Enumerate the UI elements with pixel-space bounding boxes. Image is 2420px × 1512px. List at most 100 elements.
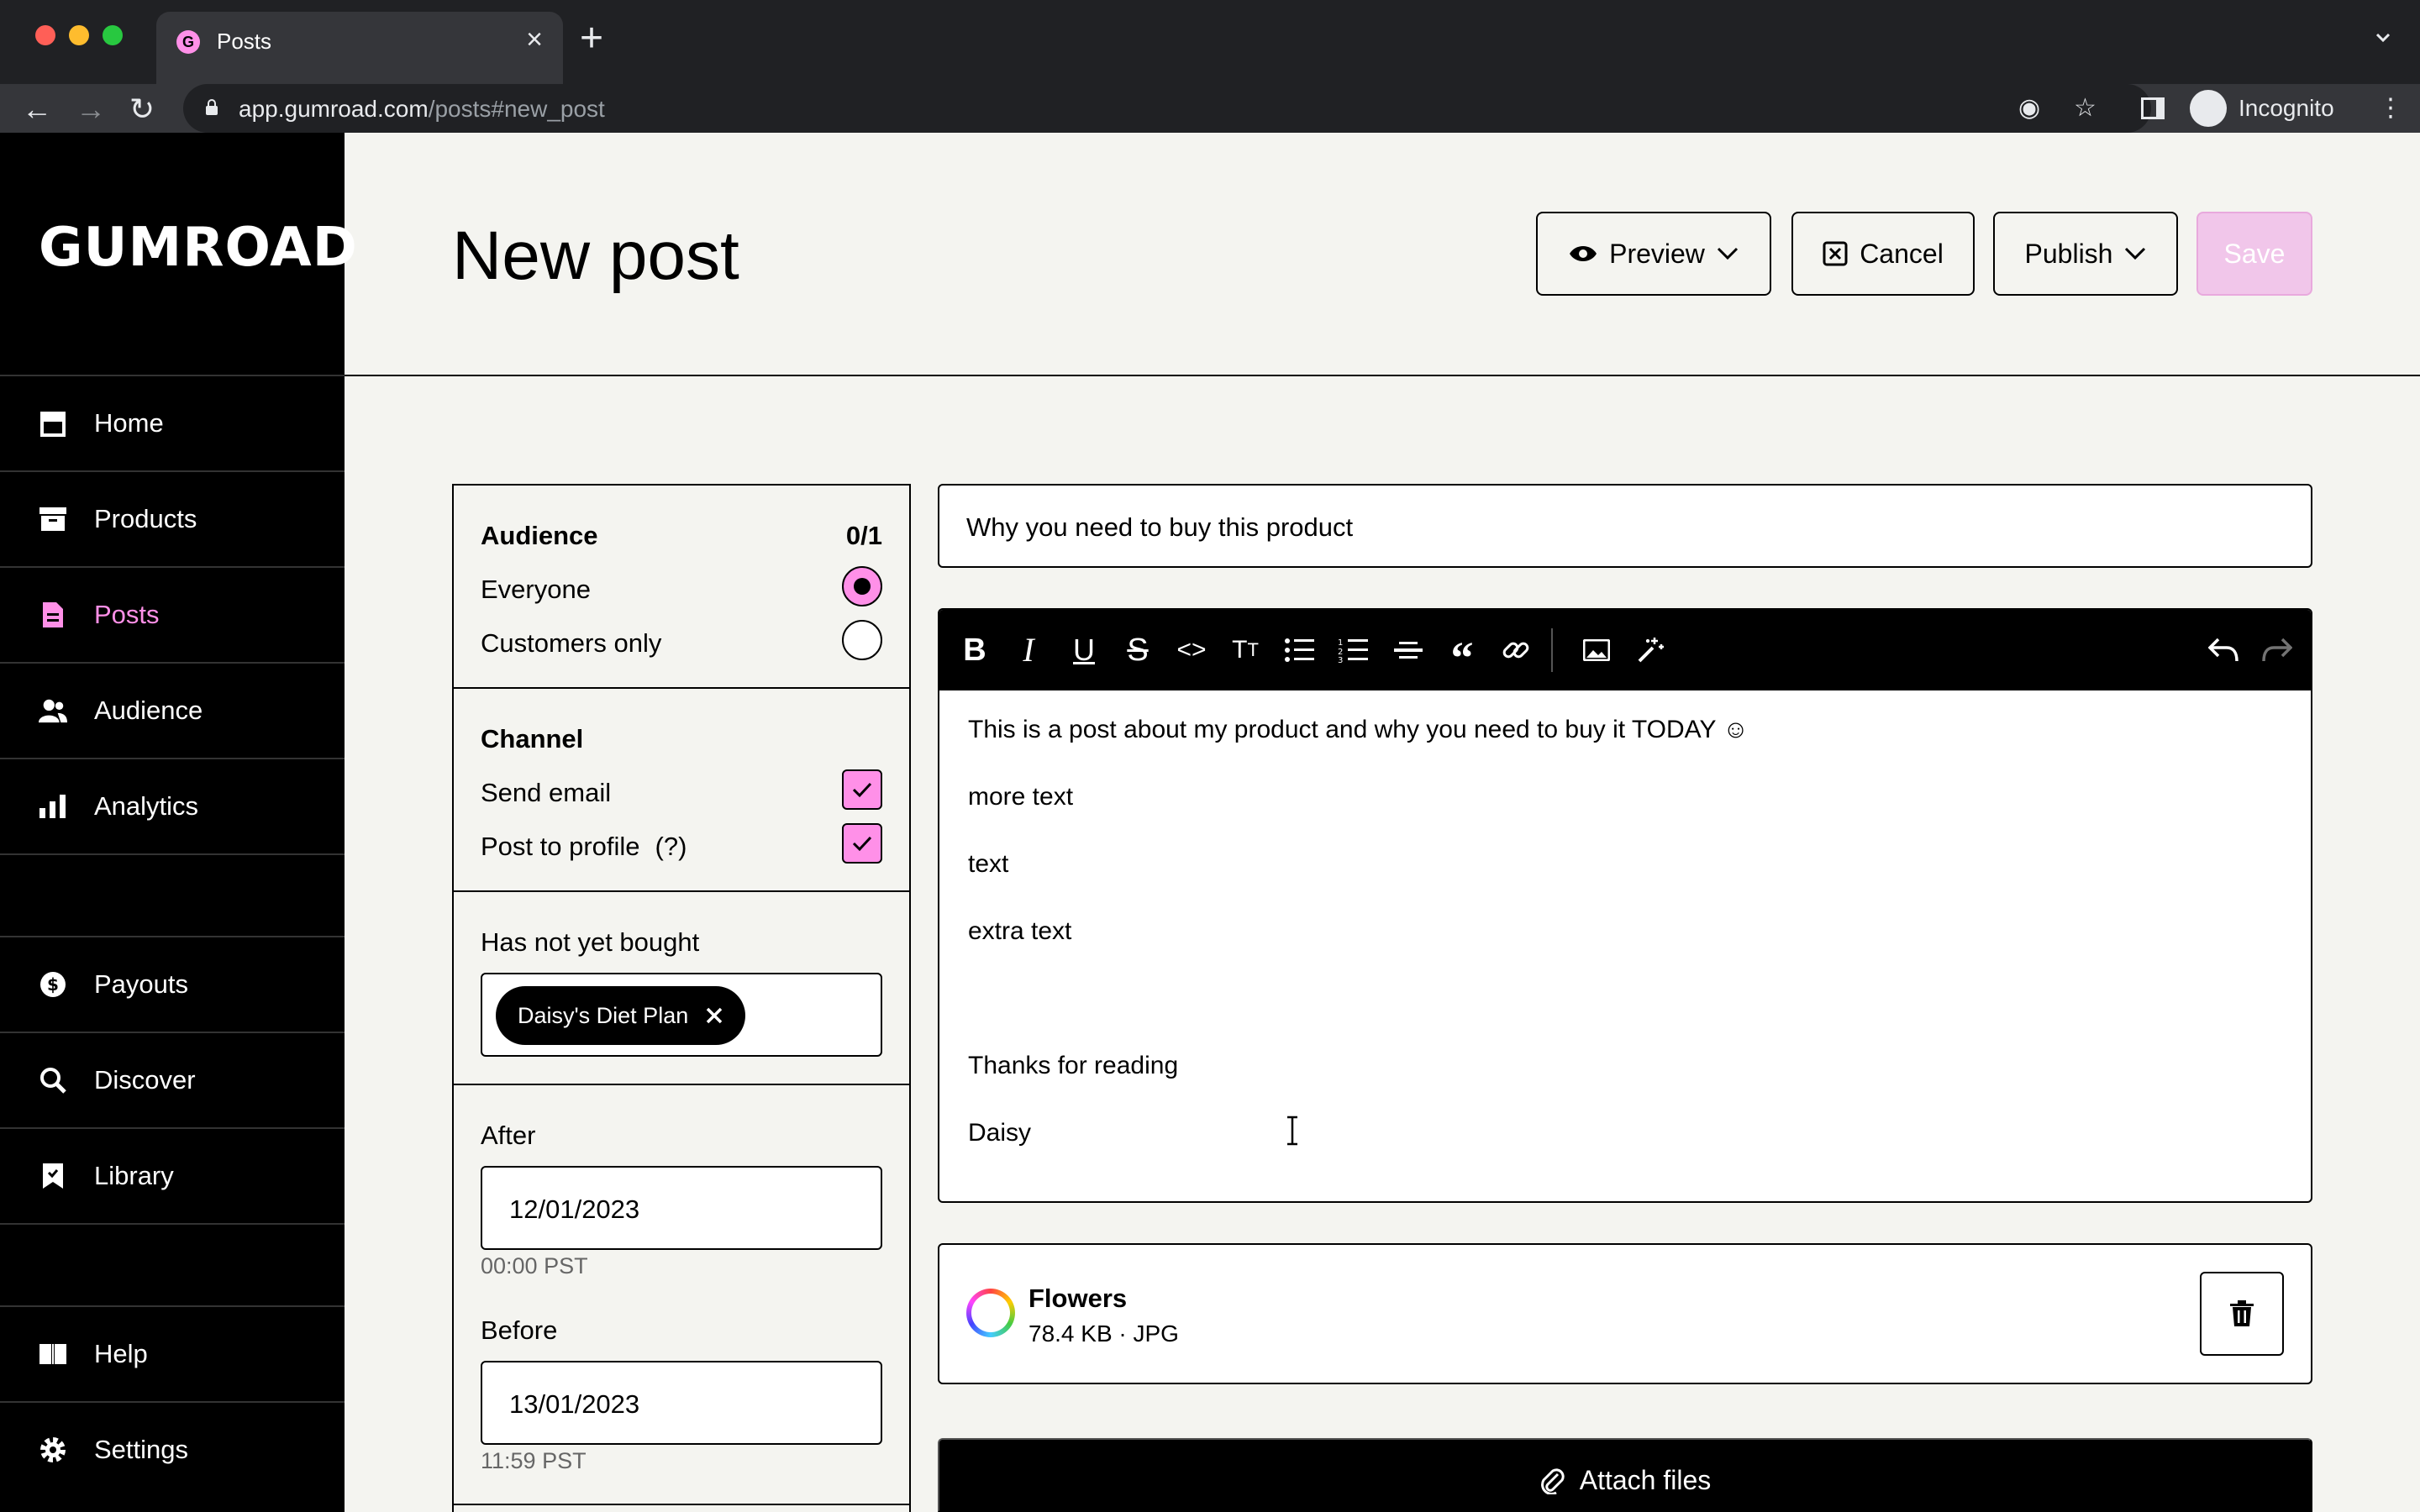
tab-close-icon[interactable]: ×	[526, 25, 543, 54]
cancel-button[interactable]: Cancel	[1791, 212, 1975, 296]
sidebar-item-label: Help	[94, 1339, 148, 1368]
document-icon	[39, 601, 67, 629]
redo-icon[interactable]	[2259, 632, 2296, 669]
tracking-protection-eye-icon[interactable]: ◉	[2018, 96, 2040, 121]
sidebar-item-audience[interactable]: Audience	[0, 662, 345, 758]
browser-toolbar: ← → ↻ app.gumroad.com/posts#new_post ◉ ☆…	[0, 84, 2420, 133]
before-time-hint: 11:59 PST	[481, 1448, 587, 1473]
delete-attachment-button[interactable]	[2200, 1272, 2284, 1356]
post-to-profile-text: Post to profile	[481, 832, 640, 861]
close-box-icon	[1823, 241, 1848, 266]
sidebar-item-settings[interactable]: Settings	[0, 1401, 345, 1497]
search-icon	[39, 1066, 67, 1095]
audience-section: Audience 0/1 Everyone Customers only	[454, 486, 909, 689]
audience-option-customers-radio[interactable]	[842, 620, 882, 660]
attach-files-button[interactable]: Attach files	[938, 1438, 2312, 1512]
preview-button[interactable]: Preview	[1536, 212, 1771, 296]
sidebar-item-label: Library	[94, 1161, 174, 1190]
post-title-input[interactable]: Why you need to buy this product	[938, 484, 2312, 568]
sidebar-item-label: Payouts	[94, 969, 189, 999]
sidebar-item-payouts[interactable]: $ Payouts	[0, 936, 345, 1032]
back-arrow-icon[interactable]: ←	[22, 94, 52, 124]
underline-icon[interactable]: U	[1065, 632, 1102, 669]
sidebar-item-discover[interactable]: Discover	[0, 1032, 345, 1127]
strikethrough-icon[interactable]: S	[1119, 632, 1156, 669]
body-paragraph: text	[968, 850, 1009, 878]
after-date-input[interactable]: 12/01/2023	[481, 1166, 882, 1250]
sidebar: GUMROAD Home Products Posts Audience Ana…	[0, 133, 357, 1512]
url-path: /posts#new_post	[428, 96, 605, 122]
incognito-profile-button[interactable]: Incognito	[2190, 89, 2334, 128]
text-size-icon[interactable]: TT	[1227, 632, 1264, 669]
paperclip-icon	[1540, 1468, 1565, 1494]
undo-icon[interactable]	[2205, 632, 2242, 669]
has-not-bought-section: Has not yet bought Daisy's Diet Plan	[454, 892, 909, 1085]
sidebar-item-analytics[interactable]: Analytics	[0, 758, 345, 853]
page-title: New post	[452, 218, 739, 294]
reload-icon[interactable]: ↻	[129, 94, 155, 124]
editor-toolbar: B I U S <> TT 123 “	[939, 610, 2311, 690]
insert-image-icon[interactable]	[1578, 632, 1615, 669]
window-close-button[interactable]	[35, 25, 55, 45]
save-label: Save	[2223, 238, 2286, 269]
publish-button[interactable]: Publish	[1993, 212, 2178, 296]
tab-search-chevron-icon[interactable]	[2375, 29, 2391, 45]
people-icon	[39, 696, 67, 725]
window-minimize-button[interactable]	[69, 25, 89, 45]
post-to-profile-checkbox[interactable]	[842, 823, 882, 864]
product-filter-input[interactable]: Daisy's Diet Plan	[481, 973, 882, 1057]
bold-icon[interactable]: B	[956, 632, 993, 669]
editor-content[interactable]: This is a post about my product and why …	[939, 690, 2311, 1201]
sidebar-item-home[interactable]: Home	[0, 375, 345, 470]
sidebar-divider	[0, 853, 345, 936]
attachment-card: Flowers 78.4 KB · JPG	[938, 1243, 2312, 1384]
audience-option-everyone-radio[interactable]	[842, 566, 882, 606]
sidebar-item-label: Analytics	[94, 791, 199, 821]
channel-section: Channel Send email Post to profile (?)	[454, 689, 909, 892]
sidebar-item-posts[interactable]: Posts	[0, 566, 345, 662]
save-button[interactable]: Save	[2196, 212, 2312, 296]
rich-text-editor: B I U S <> TT 123 “ This is a post about…	[938, 608, 2312, 1203]
browser-menu-icon[interactable]: ⋮	[2378, 96, 2403, 121]
bullet-list-icon[interactable]	[1281, 632, 1318, 669]
side-panel-icon[interactable]	[2141, 97, 2165, 119]
window-zoom-button[interactable]	[103, 25, 123, 45]
help-tooltip-icon[interactable]: (?)	[655, 832, 687, 861]
toolbar-separator	[1551, 628, 1553, 672]
code-icon[interactable]: <>	[1173, 632, 1210, 669]
url-text: app.gumroad.com/posts#new_post	[239, 96, 605, 123]
browser-tab-bar: G Posts × +	[0, 0, 2420, 84]
horizontal-rule-icon[interactable]	[1390, 632, 1427, 669]
gumroad-favicon-icon: G	[176, 30, 200, 54]
embed-sparkle-icon[interactable]	[1632, 632, 1669, 669]
send-email-checkbox[interactable]	[842, 769, 882, 810]
sidebar-item-help[interactable]: Help	[0, 1305, 345, 1401]
after-time-hint: 00:00 PST	[481, 1253, 588, 1278]
blockquote-icon[interactable]: “	[1444, 632, 1481, 680]
link-icon[interactable]	[1497, 632, 1534, 669]
browser-tab[interactable]: G Posts ×	[156, 12, 563, 84]
upload-progress-ring-icon	[966, 1289, 1015, 1337]
address-bar[interactable]: app.gumroad.com/posts#new_post ◉ ☆	[183, 84, 2151, 133]
bookmark-star-icon[interactable]: ☆	[2074, 96, 2096, 121]
audience-option-customers-label: Customers only	[481, 628, 662, 658]
italic-icon[interactable]: I	[1010, 632, 1047, 669]
product-chip: Daisy's Diet Plan	[496, 986, 746, 1045]
after-date-value: 12/01/2023	[509, 1194, 640, 1224]
audience-option-everyone-label: Everyone	[481, 575, 591, 604]
sidebar-item-label: Audience	[94, 696, 203, 725]
sidebar-item-products[interactable]: Products	[0, 470, 345, 566]
trash-icon	[2230, 1300, 2254, 1326]
before-date-input[interactable]: 13/01/2023	[481, 1361, 882, 1445]
product-chip-label: Daisy's Diet Plan	[518, 1002, 689, 1028]
sidebar-item-label: Products	[94, 504, 197, 533]
new-tab-icon[interactable]: +	[580, 18, 603, 59]
forward-arrow-icon[interactable]: →	[76, 94, 106, 124]
body-paragraph: extra text	[968, 917, 1072, 945]
attach-files-label: Attach files	[1579, 1464, 1712, 1495]
url-domain: app.gumroad.com	[239, 96, 429, 122]
gumroad-logo[interactable]: GUMROAD	[39, 217, 358, 279]
sidebar-item-library[interactable]: Library	[0, 1127, 345, 1223]
remove-chip-icon[interactable]	[705, 1006, 723, 1025]
numbered-list-icon[interactable]: 123	[1334, 632, 1371, 669]
